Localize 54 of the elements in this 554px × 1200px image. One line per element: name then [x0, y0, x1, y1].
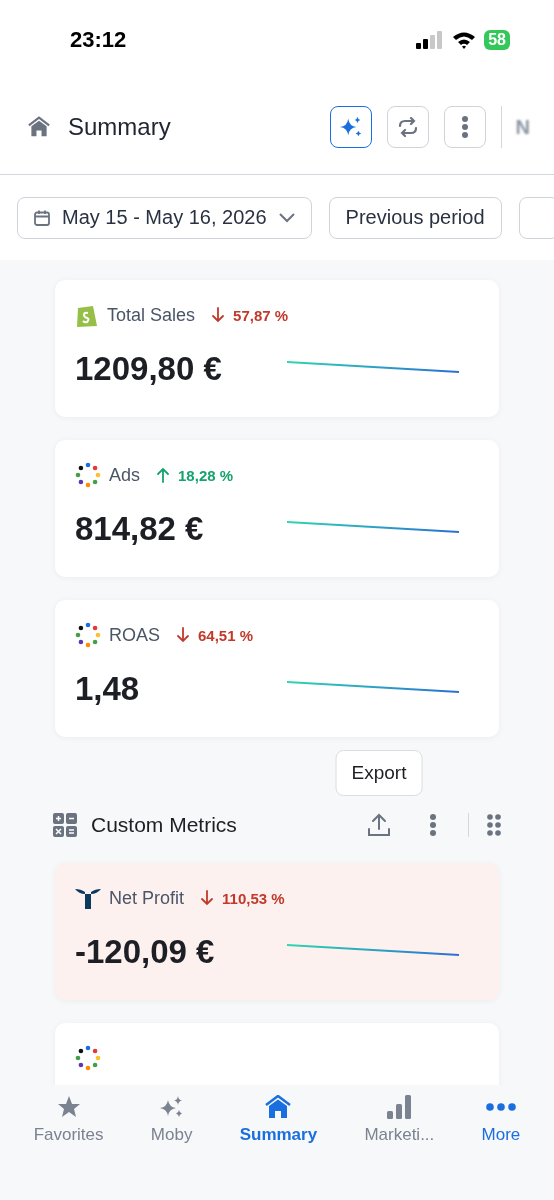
- trident-icon: [75, 887, 101, 909]
- tab-bar-item[interactable]: Moby: [146, 1095, 197, 1155]
- metric-card[interactable]: Ads 18,28 % 814,82 €: [55, 440, 499, 577]
- dot-ring-icon: [75, 1045, 101, 1071]
- more-button[interactable]: [443, 106, 486, 148]
- tab-bar-item[interactable]: Marketi...: [360, 1095, 439, 1155]
- metric-value: 1,48: [75, 670, 140, 708]
- tooltip: Export: [335, 750, 423, 796]
- kebab-menu-icon: [429, 813, 437, 837]
- signal-icon: [416, 31, 445, 49]
- refresh-icon: [396, 117, 419, 137]
- home-icon: [265, 1095, 292, 1119]
- star-icon: [56, 1095, 81, 1119]
- metric-change: 57,87 %: [233, 306, 289, 324]
- compare-button[interactable]: Previous period: [328, 196, 502, 239]
- date-range-text: May 15 - May 16, 2026: [62, 206, 267, 229]
- metric-card[interactable]: Total Sales 57,87 % 1209,80 €: [55, 280, 499, 417]
- calculator-icon: [53, 813, 77, 837]
- metric-name: Total Sales: [107, 304, 196, 326]
- grip-icon: [487, 814, 501, 836]
- wifi-icon: [452, 31, 477, 49]
- metric-name: Ads: [109, 464, 141, 486]
- metric-value: 1209,80 €: [75, 350, 222, 388]
- metric-value: -120,09 €: [75, 933, 215, 971]
- tab-bar-item[interactable]: More: [477, 1095, 525, 1155]
- home-icon: [28, 116, 50, 138]
- upload-icon: [367, 813, 391, 837]
- refresh-button[interactable]: [386, 106, 429, 148]
- metric-card[interactable]: ROAS 64,51 % 1,48: [55, 600, 499, 737]
- arrow-down-icon: [176, 627, 190, 643]
- date-range-button[interactable]: May 15 - May 16, 2026: [17, 196, 312, 239]
- metric-name: Net Profit: [109, 887, 185, 909]
- tab-bar-item[interactable]: Favorites: [29, 1095, 108, 1155]
- dot-ring-icon: [75, 622, 101, 648]
- metric-change: 18,28 %: [178, 466, 234, 484]
- chevron-down-icon: [278, 212, 295, 223]
- dot-ring-icon: [75, 462, 101, 488]
- tab-bar-item[interactable]: Summary: [235, 1095, 322, 1155]
- metric-card[interactable]: Net Profit 110,53 % -120,09 €: [55, 863, 499, 1000]
- ai-button[interactable]: [329, 106, 372, 148]
- arrow-up-icon: [156, 467, 171, 483]
- arrow-down-icon: [200, 890, 215, 906]
- metric-change: 110,53 %: [222, 889, 285, 907]
- metric-name: ROAS: [109, 624, 160, 646]
- arrow-down-icon: [211, 307, 226, 323]
- bar-chart-icon: [387, 1095, 412, 1119]
- metric-change: 64,51 %: [198, 626, 254, 644]
- calendar-icon: [34, 209, 50, 226]
- battery-level: 58: [484, 30, 510, 50]
- page-title: Summary: [68, 113, 172, 141]
- section-title: Custom Metrics: [91, 813, 238, 837]
- kebab-menu-icon: [460, 115, 469, 139]
- status-time: 23:12: [70, 27, 127, 53]
- metric-value: 814,82 €: [75, 510, 204, 548]
